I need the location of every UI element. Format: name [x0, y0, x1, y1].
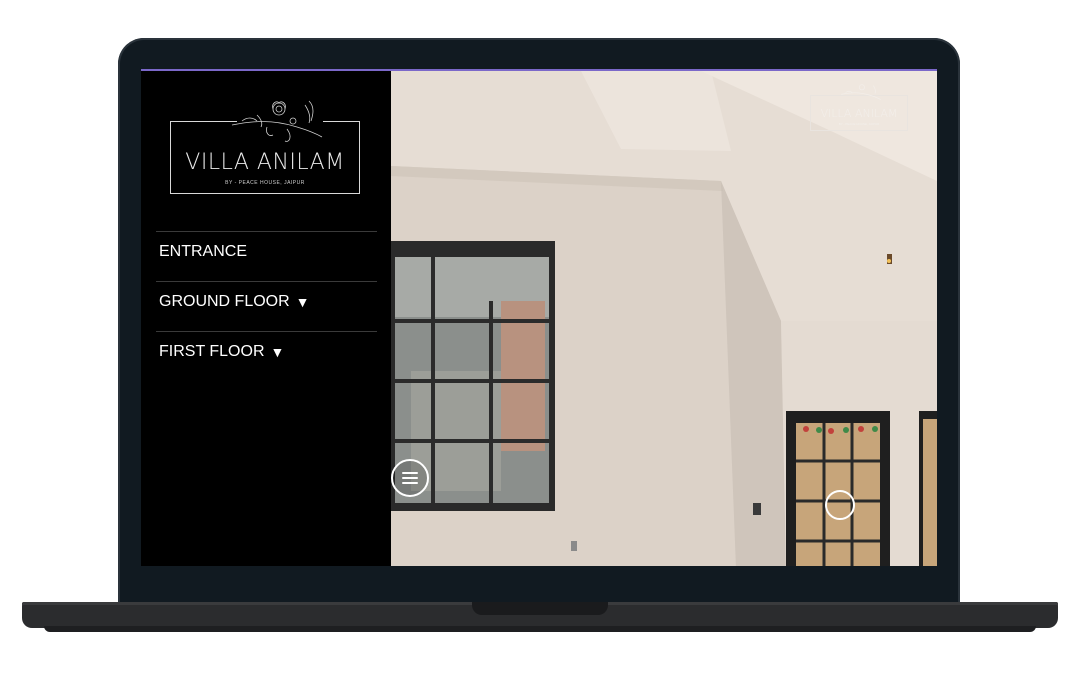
sidebar: VILLA ANILAM BY - PEACE HOUSE, JAIPUR EN… [141, 71, 391, 566]
hamburger-icon[interactable] [391, 459, 429, 497]
logo-subtitle: BY - PEACE HOUSE, JAIPUR [225, 180, 305, 186]
menu-item-entrance[interactable]: ENTRANCE [156, 231, 377, 281]
logo-title: VILLA ANILAM [185, 150, 345, 175]
caret-down-icon: ▼ [295, 294, 310, 310]
laptop-notch [472, 602, 608, 615]
panorama-viewer[interactable]: VILLA ANILAM BY - PEACE HOUSE, JAIPUR [391, 71, 937, 566]
navigation-hotspot-icon[interactable] [825, 490, 855, 520]
laptop-base-shadow [44, 626, 1036, 632]
menu-item-ground-floor[interactable]: GROUND FLOOR ▼ [156, 281, 377, 331]
floral-logo-icon [231, 100, 323, 142]
pano-logo-subtitle: BY - PEACE HOUSE, JAIPUR [838, 122, 880, 126]
floor-menu: ENTRANCE GROUND FLOOR ▼ FIRST FLOOR ▼ [156, 231, 377, 381]
pano-logo-title: VILLA ANILAM [820, 107, 898, 120]
logo[interactable]: VILLA ANILAM BY - PEACE HOUSE, JAIPUR [170, 100, 360, 194]
menu-item-first-floor[interactable]: FIRST FLOOR ▼ [156, 331, 377, 381]
pano-watermark-logo: VILLA ANILAM BY - PEACE HOUSE, JAIPUR [810, 84, 908, 131]
panorama-scene [391, 71, 937, 566]
screen: VILLA ANILAM BY - PEACE HOUSE, JAIPUR EN… [141, 69, 937, 566]
caret-down-icon: ▼ [270, 344, 285, 360]
menu-item-label: GROUND FLOOR [159, 293, 290, 310]
floral-logo-icon [841, 84, 881, 100]
menu-item-label: ENTRANCE [159, 243, 248, 260]
menu-item-label: FIRST FLOOR [159, 343, 265, 360]
